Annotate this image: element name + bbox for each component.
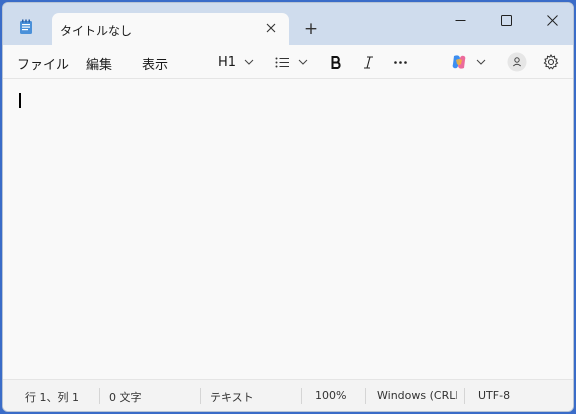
copilot-icon xyxy=(452,55,466,69)
maximize-button[interactable] xyxy=(483,5,529,35)
close-icon xyxy=(546,14,558,26)
encoding[interactable]: UTF-8 xyxy=(478,389,510,402)
tab-untitled[interactable]: タイトルなし xyxy=(52,13,289,46)
status-divider xyxy=(99,388,100,404)
minimize-icon xyxy=(455,19,465,21)
list-dropdown[interactable] xyxy=(275,51,308,73)
cursor-position: 行 1、列 1 xyxy=(25,391,79,404)
menu-edit[interactable]: 編集 xyxy=(86,54,112,73)
plus-icon: + xyxy=(303,18,319,39)
more-button[interactable] xyxy=(394,51,407,73)
close-window-button[interactable] xyxy=(529,5,573,35)
close-icon xyxy=(266,23,276,33)
line-ending[interactable]: Windows (CRLF) xyxy=(377,389,457,402)
notepad-icon xyxy=(19,19,33,35)
status-divider xyxy=(365,388,366,404)
notepad-window: タイトルなし + ファイル 編集 表示 H1 行 1、列 1 0 文字 テキスト… xyxy=(2,2,574,412)
gear-icon xyxy=(543,54,559,70)
status-divider xyxy=(301,388,302,404)
text-cursor xyxy=(19,93,21,108)
heading-label: H1 xyxy=(218,54,237,70)
new-tab-button[interactable]: + xyxy=(301,19,321,39)
chevron-down-icon xyxy=(244,59,254,65)
character-count: 0 文字 xyxy=(109,391,142,404)
settings-button[interactable] xyxy=(543,51,559,73)
italic-icon xyxy=(364,55,373,69)
close-tab-button[interactable] xyxy=(263,20,279,36)
minimize-button[interactable] xyxy=(437,5,483,35)
title-bar: タイトルなし + xyxy=(3,3,573,46)
bold-icon xyxy=(331,55,341,69)
bold-button[interactable] xyxy=(331,51,342,73)
account-button[interactable] xyxy=(507,51,527,73)
account-icon xyxy=(507,52,527,72)
more-icon xyxy=(394,60,407,64)
list-icon xyxy=(275,57,289,67)
status-divider xyxy=(200,388,201,404)
menu-view[interactable]: 表示 xyxy=(142,54,168,73)
zoom-level[interactable]: 100% xyxy=(315,389,346,402)
menu-file[interactable]: ファイル xyxy=(17,54,69,73)
tab-title: タイトルなし xyxy=(60,24,133,38)
status-divider xyxy=(464,388,465,404)
text-editor[interactable] xyxy=(3,79,573,381)
copilot-dropdown[interactable] xyxy=(451,51,486,73)
chevron-down-icon xyxy=(298,59,308,65)
document-format: テキスト xyxy=(210,391,254,404)
heading-dropdown[interactable]: H1 xyxy=(218,51,254,73)
chevron-down-icon xyxy=(476,59,486,65)
status-bar: 行 1、列 1 0 文字 テキスト 100% Windows (CRLF) UT… xyxy=(3,379,573,411)
maximize-icon xyxy=(500,14,512,26)
italic-button[interactable] xyxy=(363,51,374,73)
menu-bar: ファイル 編集 表示 H1 xyxy=(3,45,573,79)
